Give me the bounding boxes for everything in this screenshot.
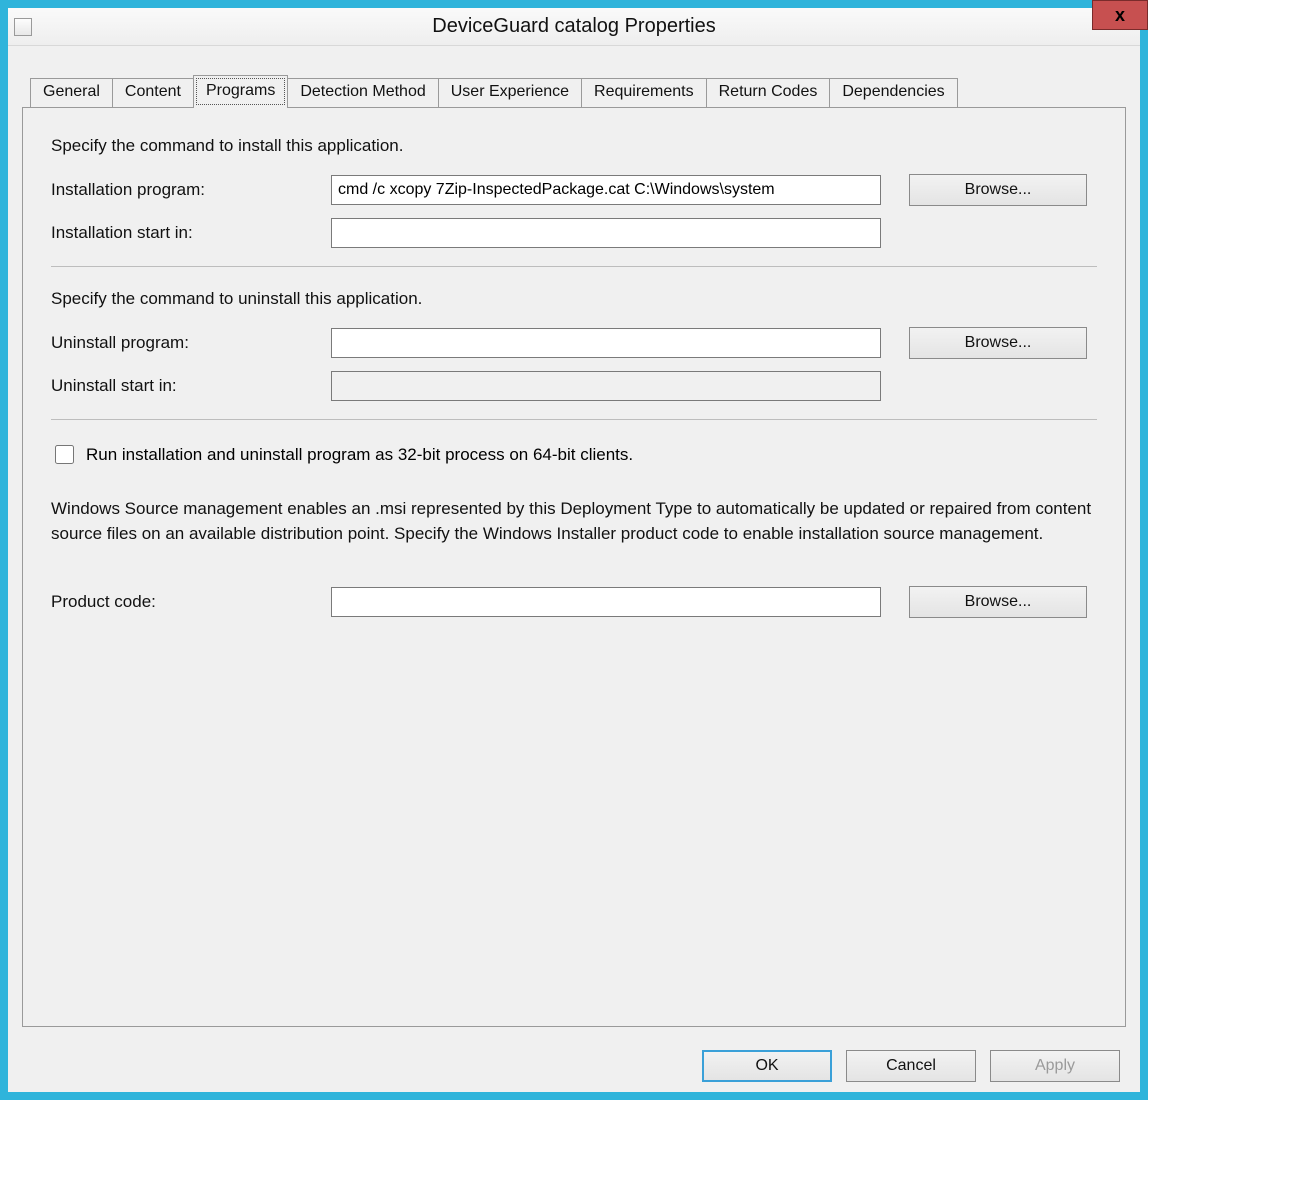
tab-user-experience[interactable]: User Experience	[438, 78, 582, 107]
dialog-body: General Content Programs Detection Metho…	[8, 46, 1140, 1027]
browse-uninstall-button[interactable]: Browse...	[909, 327, 1087, 359]
browse-product-button[interactable]: Browse...	[909, 586, 1087, 618]
separator	[51, 266, 1097, 267]
product-code-input[interactable]	[331, 587, 881, 617]
run-32bit-checkbox[interactable]	[55, 445, 74, 464]
browse-install-button[interactable]: Browse...	[909, 174, 1087, 206]
run-32bit-label: Run installation and uninstall program a…	[86, 445, 633, 465]
titlebar: DeviceGuard catalog Properties x	[8, 8, 1140, 46]
run-32bit-checkbox-row[interactable]: Run installation and uninstall program a…	[51, 442, 1097, 467]
tab-panel-programs: Specify the command to install this appl…	[22, 107, 1126, 1027]
install-startin-label: Installation start in:	[51, 223, 331, 243]
uninstall-program-input[interactable]	[331, 328, 881, 358]
install-program-input[interactable]	[331, 175, 881, 205]
row-uninstall-startin: Uninstall start in:	[51, 371, 1097, 401]
uninstall-startin-input	[331, 371, 881, 401]
apply-button: Apply	[990, 1050, 1120, 1082]
ok-button[interactable]: OK	[702, 1050, 832, 1082]
tab-requirements[interactable]: Requirements	[581, 78, 707, 107]
row-product-code: Product code: Browse...	[51, 586, 1097, 618]
row-install-program: Installation program: Browse...	[51, 174, 1097, 206]
cancel-button[interactable]: Cancel	[846, 1050, 976, 1082]
tabstrip: General Content Programs Detection Metho…	[30, 74, 1126, 107]
window-title: DeviceGuard catalog Properties	[8, 15, 1140, 38]
row-install-startin: Installation start in:	[51, 218, 1097, 248]
uninstall-program-label: Uninstall program:	[51, 333, 331, 353]
system-menu-icon[interactable]	[14, 18, 32, 36]
install-section-heading: Specify the command to install this appl…	[51, 136, 1097, 156]
close-button[interactable]: x	[1092, 0, 1148, 30]
tab-dependencies[interactable]: Dependencies	[829, 78, 957, 107]
install-startin-input[interactable]	[331, 218, 881, 248]
msi-description: Windows Source management enables an .ms…	[51, 497, 1097, 546]
tab-detection-method[interactable]: Detection Method	[287, 78, 438, 107]
tab-content[interactable]: Content	[112, 78, 194, 107]
separator	[51, 419, 1097, 420]
uninstall-startin-label: Uninstall start in:	[51, 376, 331, 396]
uninstall-section-heading: Specify the command to uninstall this ap…	[51, 289, 1097, 309]
product-code-label: Product code:	[51, 592, 331, 612]
install-program-label: Installation program:	[51, 180, 331, 200]
dialog-footer: OK Cancel Apply	[702, 1050, 1120, 1082]
row-uninstall-program: Uninstall program: Browse...	[51, 327, 1097, 359]
tab-general[interactable]: General	[30, 78, 113, 107]
tab-programs[interactable]: Programs	[193, 75, 288, 108]
tab-return-codes[interactable]: Return Codes	[706, 78, 831, 107]
dialog-window: DeviceGuard catalog Properties x General…	[0, 0, 1148, 1100]
